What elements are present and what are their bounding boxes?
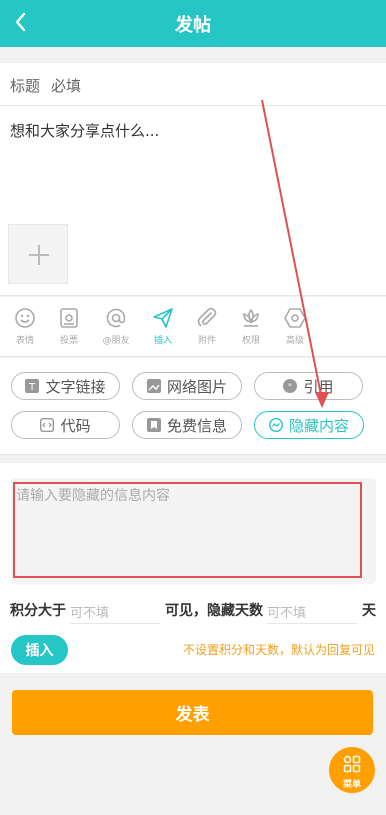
toolbar-advanced[interactable]: 高级 [275,307,315,346]
hidden-content-hint: 不设置积分和天数，默认为回复可见 [182,643,375,657]
visibility-conditions: 积分大于 可不填 可见，隐藏天数 可不填 天 [0,598,386,626]
pill-label: 引用 [303,377,334,396]
toolbar-label: 表情 [15,336,34,346]
content-field[interactable]: 想和大家分享点什么... [0,106,386,296]
insert-free-info-button[interactable]: 免费信息 [132,411,242,439]
hexagon-icon [284,308,306,328]
hidden-content-placeholder: 请输入要隐藏的信息内容 [16,488,170,504]
svg-text:T: T [28,382,36,393]
toolbar-label: 插入 [153,336,172,346]
editor-toolbar: 表情 投票 @朋友 插入 附件 权限 高级 [0,297,386,357]
insert-hidden-content-button[interactable]: 隐藏内容 [254,411,364,439]
chat-icon [268,418,283,432]
publish-button[interactable]: 发表 [12,690,373,735]
points-input[interactable]: 可不填 [70,598,160,624]
toolbar-label: 高级 [285,336,304,346]
page-title: 发帖 [175,15,211,36]
bookmark-icon [146,418,161,432]
toolbar-label: 附件 [197,336,216,346]
insert-code-button[interactable]: 代码 [11,411,120,439]
pill-label: 代码 [60,416,91,435]
toolbar-emoji[interactable]: 表情 [5,307,45,346]
image-icon [146,379,161,393]
title-field[interactable]: 标题 必填 [0,63,386,106]
svg-text:": " [288,383,292,393]
vote-icon [60,308,78,328]
toolbar-label: 权限 [241,336,260,346]
paperclip-icon [197,307,217,327]
text-link-icon: T [25,379,40,393]
insert-text-link-button[interactable]: T 文字链接 [11,372,120,400]
toolbar-vote[interactable]: 投票 [49,307,89,346]
send-icon [153,308,173,328]
plus-icon [29,245,49,265]
at-icon [106,308,126,328]
toolbar-mention[interactable]: @朋友 [96,307,136,346]
points-label: 积分大于 [10,603,66,619]
hidden-content-input[interactable]: 请输入要隐藏的信息内容 [11,478,376,584]
title-input[interactable]: 必填 [51,75,81,96]
pill-label: 隐藏内容 [288,416,349,435]
pill-label: 网络图片 [166,377,227,396]
content-input[interactable]: 想和大家分享点什么... [10,120,159,141]
insert-web-image-button[interactable]: 网络图片 [132,372,242,400]
insert-hidden-button[interactable]: 插入 [11,635,68,665]
insert-options: T 文字链接 网络图片 " 引用 代码 免费信息 隐藏内容 [0,358,386,455]
menu-label: 菜单 [342,780,361,790]
code-icon [40,418,55,432]
toolbar-label: @朋友 [102,336,130,346]
toolbar-label: 投票 [59,336,78,346]
add-image-button[interactable] [8,224,68,284]
smiley-icon [15,308,35,328]
top-bar: 发帖 [0,0,386,47]
insert-quote-button[interactable]: " 引用 [254,372,363,400]
quote-icon: " [283,379,298,393]
toolbar-attachment[interactable]: 附件 [187,307,227,346]
grid-icon [343,755,361,773]
days-input[interactable]: 可不填 [267,598,357,624]
toolbar-permission[interactable]: 权限 [231,307,271,346]
visible-days-label: 可见，隐藏天数 [165,603,263,619]
pill-label: 文字链接 [45,377,106,396]
toolbar-insert[interactable]: 插入 [143,307,183,346]
lotus-icon [243,308,259,327]
menu-button[interactable]: 菜单 [329,747,375,793]
days-unit: 天 [362,603,376,619]
title-label: 标题 [10,77,41,95]
pill-label: 免费信息 [166,416,227,435]
